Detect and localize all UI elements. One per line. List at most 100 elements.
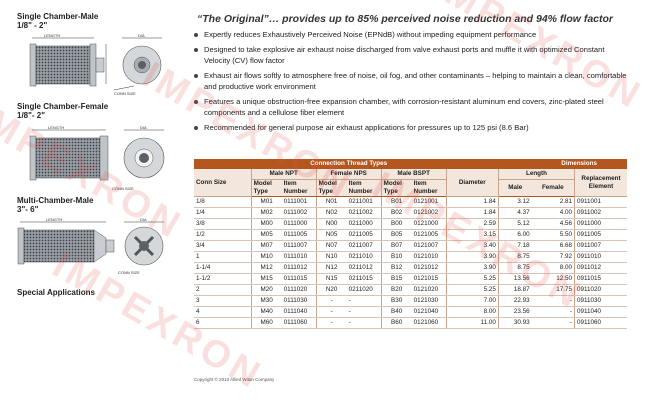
table-cell: - xyxy=(346,295,382,307)
table-cell: 0911040 xyxy=(574,306,627,318)
header-length-female: Female xyxy=(531,179,575,197)
table-cell: 0211002 xyxy=(346,207,382,219)
table-cell: 3 xyxy=(194,295,252,307)
table-cell: - xyxy=(531,295,575,307)
table-cell: 0911020 xyxy=(574,284,627,296)
header-length: Length xyxy=(497,169,575,180)
section-title: Special Applications xyxy=(17,288,95,297)
table-cell: 0211020 xyxy=(346,284,382,296)
table-cell: 0911060 xyxy=(574,317,627,329)
table-cell: 23.56 xyxy=(497,306,532,318)
table-cell: 6.68 xyxy=(531,240,575,252)
table-cell: N02 xyxy=(315,207,347,219)
table-cell: 1/2 xyxy=(194,229,252,241)
table-cell: M07 xyxy=(250,240,282,252)
table-cell: 8.00 xyxy=(445,306,499,318)
length-dimension-label: LENGTH xyxy=(48,125,65,130)
table-cell: 0121020 xyxy=(411,284,447,296)
table-cell: 0111007 xyxy=(281,240,317,252)
table-cell: 0121040 xyxy=(411,306,447,318)
header-male-bspt: Male BSPT xyxy=(380,169,447,180)
feature-list: Expertly reduces Exhaustively Perceived … xyxy=(192,29,632,137)
table-row: 1-1/2 M15 0111015 N15 0211015 B15 0121015 5.25 1… xyxy=(194,273,627,285)
table-cell: N01 xyxy=(315,196,347,208)
table-row: 3 M30 0111030- - B30 0121030 7.00 22.93-0911030 xyxy=(194,295,627,307)
table-cell: 0111012 xyxy=(281,262,317,274)
table-cell: M12 xyxy=(250,262,282,274)
table-cell: 1-1/2 xyxy=(194,273,252,285)
table-cell: N10 xyxy=(315,251,347,263)
table-cell: B30 xyxy=(380,295,412,307)
feature-item: Designed to take explosive air exhaust n… xyxy=(192,44,632,66)
table-cell: M40 xyxy=(250,306,282,318)
table-cell: 2.81 xyxy=(531,196,575,208)
header-length-male: Male xyxy=(497,179,532,197)
table-cell: 0111001 xyxy=(281,196,317,208)
table-cell: 0111000 xyxy=(281,218,317,230)
table-row: 4 M40 0111040- - B40 0121040 8.00 23.56-0911040 xyxy=(194,306,627,318)
table-cell: 8.00 xyxy=(531,262,575,274)
header-dimensions: Dimensions xyxy=(446,159,627,169)
feature-item: Expertly reduces Exhaustively Perceived … xyxy=(192,29,632,40)
table-cell: 3.90 xyxy=(445,251,499,263)
feature-item: Exhaust air flows softly to atmosphere f… xyxy=(192,70,632,92)
table-cell: 6 xyxy=(194,317,252,329)
table-row: 3/8 M00 0111000 N00 0211000 B00 0121000 2.59 5.1… xyxy=(194,218,627,230)
table-cell: 3.90 xyxy=(445,262,499,274)
table-cell: M05 xyxy=(250,229,282,241)
table-cell: 4.37 xyxy=(497,207,532,219)
feature-item: Features a unique obstruction-free expan… xyxy=(192,96,632,118)
table-cell: - xyxy=(315,295,347,307)
table-cell: 0111040 xyxy=(281,306,317,318)
table-cell: 0911012 xyxy=(574,262,627,274)
header-model-type: Model Type xyxy=(380,179,412,197)
table-cell: - xyxy=(531,317,575,329)
conn-size-label: CONN SIZE xyxy=(114,91,136,96)
table-cell: 0111015 xyxy=(281,273,317,285)
header-item-number: Item Number xyxy=(411,179,447,197)
header-model-type: Model Type xyxy=(315,179,347,197)
table-cell: M30 xyxy=(250,295,282,307)
table-cell: 0211005 xyxy=(346,229,382,241)
table-cell: 0121060 xyxy=(411,317,447,329)
header-male-npt: Male NPT xyxy=(250,169,317,180)
section-range: 1/8"- 2" xyxy=(17,111,46,120)
section-single-male: Single Chamber-Male 1/8" - 2" xyxy=(17,12,98,30)
table-cell: 3/4 xyxy=(194,240,252,252)
table-cell: 5.25 xyxy=(445,273,499,285)
table-cell: - xyxy=(315,317,347,329)
table-cell: 0111020 xyxy=(281,284,317,296)
table-cell: 0111010 xyxy=(281,251,317,263)
table-cell: 0911015 xyxy=(574,273,627,285)
table-row: 1-1/4 M12 0111012 N12 0211012 B12 0121012 3.90 8… xyxy=(194,262,627,274)
table-cell: 1/8 xyxy=(194,196,252,208)
table-cell: B00 xyxy=(380,218,412,230)
conn-size-label: CONN SIZE xyxy=(112,186,134,191)
table-cell: 3/8 xyxy=(194,218,252,230)
table-cell: M01 xyxy=(250,196,282,208)
table-row: 6 M60 0111060- - B60 0121060 11.00 30.93-091106… xyxy=(194,317,627,329)
table-cell: 0121007 xyxy=(411,240,447,252)
section-multi-male: Multi-Chamber-Male 3"- 6" xyxy=(17,196,93,214)
table-row: 1/4 M02 0111002 N02 0211002 B02 0121002 1.84 4.3… xyxy=(194,207,627,219)
specification-table: Connection Thread Types Dimensions Conn … xyxy=(194,159,627,329)
single-chamber-female-diagram xyxy=(29,129,165,181)
table-cell: 8.75 xyxy=(497,251,532,263)
feature-item: Recommended for general purpose air exha… xyxy=(192,122,632,133)
table-cell: 12.50 xyxy=(531,273,575,285)
table-cell: 30.93 xyxy=(497,317,532,329)
section-single-female: Single Chamber-Female 1/8"- 2" xyxy=(17,102,108,120)
header-item-number: Item Number xyxy=(281,179,317,197)
table-cell: 0211012 xyxy=(346,262,382,274)
table-cell: N05 xyxy=(315,229,347,241)
table-cell: M60 xyxy=(250,317,282,329)
table-cell: 7.18 xyxy=(497,240,532,252)
single-chamber-male-diagram xyxy=(29,37,162,91)
table-cell: 2 xyxy=(194,284,252,296)
table-cell: 0121012 xyxy=(411,262,447,274)
table-cell: 0911005 xyxy=(574,229,627,241)
table-cell: 5.25 xyxy=(445,284,499,296)
table-cell: 0911002 xyxy=(574,207,627,219)
table-cell: 0121030 xyxy=(411,295,447,307)
table-cell: N15 xyxy=(315,273,347,285)
